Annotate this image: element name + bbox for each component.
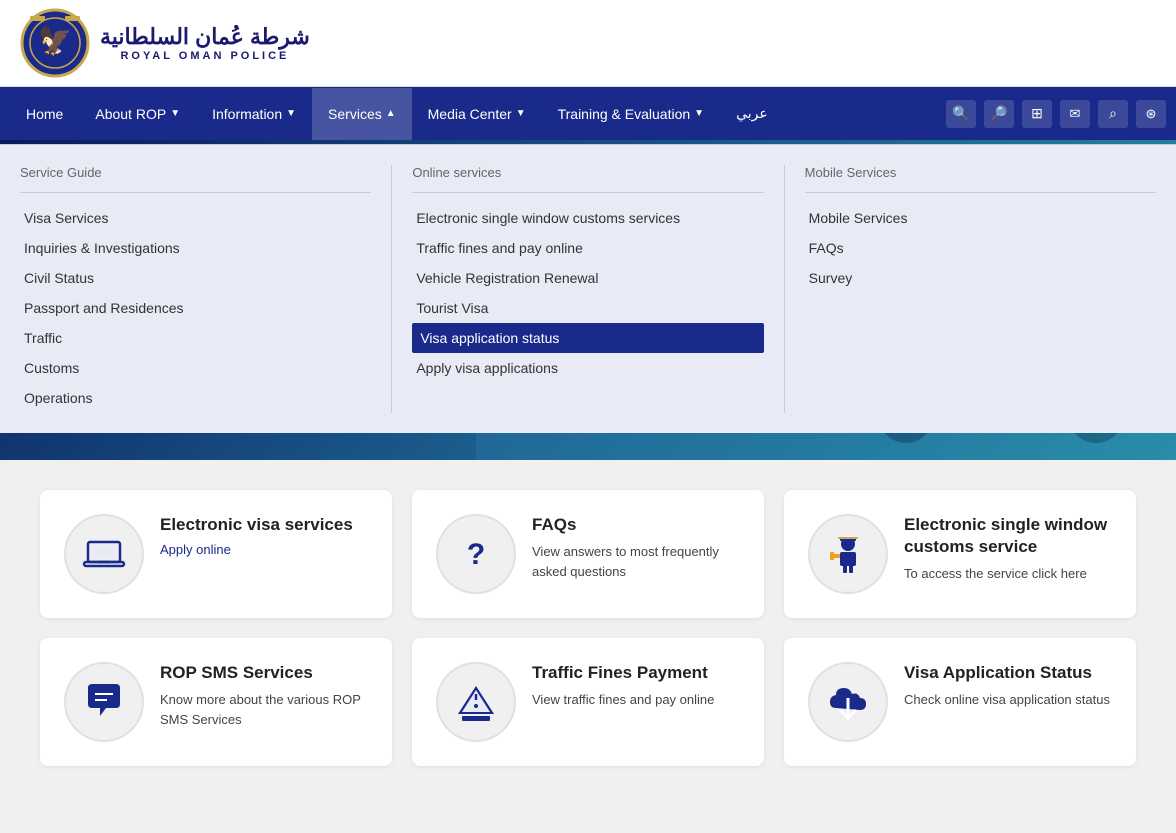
download-cloud-icon <box>826 680 870 724</box>
nav-arabic[interactable]: عربي <box>720 87 784 140</box>
faqs-title: FAQs <box>532 514 740 536</box>
dropdown-item-mobile-services[interactable]: Mobile Services <box>805 203 1156 233</box>
about-arrow-icon: ▼ <box>170 108 180 119</box>
dropdown-item-visa-status[interactable]: Visa application status <box>412 323 763 353</box>
dropdown-col-online-services: Online services Electronic single window… <box>392 165 784 413</box>
dropdown-item-esw-customs[interactable]: Electronic single window customs service… <box>412 203 763 233</box>
dropdown-item-survey[interactable]: Survey <box>805 263 1156 293</box>
dropdown-col1-header: Service Guide <box>20 165 371 193</box>
visa-status-title: Visa Application Status <box>904 662 1112 684</box>
dropdown-col2-header: Online services <box>412 165 763 193</box>
dropdown-item-faqs[interactable]: FAQs <box>805 233 1156 263</box>
dropdown-item-operations[interactable]: Operations <box>20 383 371 413</box>
traffic-icon-circle <box>436 662 516 742</box>
svg-text:?: ? <box>467 538 485 571</box>
info-arrow-icon: ▼ <box>286 108 296 119</box>
logo-area[interactable]: 🦅 شرطة عُمان السلطانية ROYAL OMAN POLICE <box>20 8 310 78</box>
service-card-electronic-visa: Electronic visa services Apply online <box>40 490 392 618</box>
customs-icon-circle <box>808 514 888 594</box>
traffic-info: Traffic Fines Payment View traffic fines… <box>532 662 740 710</box>
faqs-desc: View answers to most frequently asked qu… <box>532 542 740 581</box>
customs-info: Electronic single window customs service… <box>904 514 1112 584</box>
chat-bubble-icon <box>82 680 126 724</box>
services-grid: Electronic visa services Apply online ? … <box>40 490 1136 766</box>
services-arrow-icon: ▲ <box>386 108 396 119</box>
svg-text:🦅: 🦅 <box>38 23 73 57</box>
logo-text: شرطة عُمان السلطانية ROYAL OMAN POLICE <box>100 24 310 62</box>
media-arrow-icon: ▼ <box>516 108 526 119</box>
dropdown-item-tourist-visa[interactable]: Tourist Visa <box>412 293 763 323</box>
nav-media-center[interactable]: Media Center ▼ <box>412 88 542 140</box>
electronic-visa-icon-circle <box>64 514 144 594</box>
road-icon <box>454 680 498 724</box>
zoom-out-icon[interactable]: 🔎 <box>984 100 1014 128</box>
traffic-title: Traffic Fines Payment <box>532 662 740 684</box>
dropdown-item-vehicle-reg[interactable]: Vehicle Registration Renewal <box>412 263 763 293</box>
customs-desc: To access the service click here <box>904 564 1112 584</box>
dropdown-item-civil-status[interactable]: Civil Status <box>20 263 371 293</box>
services-dropdown: Service Guide Visa Services Inquiries & … <box>0 144 1176 433</box>
dropdown-col-mobile-services: Mobile Services Mobile Services FAQs Sur… <box>785 165 1176 413</box>
training-arrow-icon: ▼ <box>694 108 704 119</box>
sms-icon-circle <box>64 662 144 742</box>
mail-icon[interactable]: ✉ <box>1060 100 1090 128</box>
service-card-sms: ROP SMS Services Know more about the var… <box>40 638 392 766</box>
electronic-visa-title: Electronic visa services <box>160 514 368 536</box>
dropdown-item-inquiries[interactable]: Inquiries & Investigations <box>20 233 371 263</box>
laptop-icon <box>82 532 126 576</box>
zoom-in-icon[interactable]: 🔍 <box>946 100 976 128</box>
dropdown-item-traffic-fines[interactable]: Traffic fines and pay online <box>412 233 763 263</box>
question-mark-icon: ? <box>454 532 498 576</box>
traffic-desc: View traffic fines and pay online <box>532 690 740 710</box>
nav-items: Home About ROP ▼ Information ▼ Services … <box>10 87 946 140</box>
visa-status-desc: Check online visa application status <box>904 690 1112 710</box>
site-header: 🦅 شرطة عُمان السلطانية ROYAL OMAN POLICE <box>0 0 1176 87</box>
sms-title: ROP SMS Services <box>160 662 368 684</box>
nav-icon-group: 🔍 🔎 ⊞ ✉ ⌕ ⊛ <box>946 100 1166 128</box>
dropdown-col3-header: Mobile Services <box>805 165 1156 193</box>
sms-info: ROP SMS Services Know more about the var… <box>160 662 368 729</box>
nav-services[interactable]: Services ▲ <box>312 88 412 140</box>
logo-english-text: ROYAL OMAN POLICE <box>120 50 289 62</box>
dropdown-item-apply-visa[interactable]: Apply visa applications <box>412 353 763 383</box>
sms-desc: Know more about the various ROP SMS Serv… <box>160 690 368 729</box>
search-icon[interactable]: ⌕ <box>1098 100 1128 128</box>
dropdown-item-customs[interactable]: Customs <box>20 353 371 383</box>
dropdown-item-visa-services[interactable]: Visa Services <box>20 203 371 233</box>
nav-information[interactable]: Information ▼ <box>196 88 312 140</box>
nav-home[interactable]: Home <box>10 88 79 140</box>
services-section: Electronic visa services Apply online ? … <box>0 460 1176 796</box>
service-card-customs: Electronic single window customs service… <box>784 490 1136 618</box>
main-navbar: Home About ROP ▼ Information ▼ Services … <box>0 87 1176 140</box>
rss-icon[interactable]: ⊛ <box>1136 100 1166 128</box>
sitemap-icon[interactable]: ⊞ <box>1022 100 1052 128</box>
customs-title: Electronic single window customs service <box>904 514 1112 558</box>
dropdown-item-passport[interactable]: Passport and Residences <box>20 293 371 323</box>
dropdown-item-traffic[interactable]: Traffic <box>20 323 371 353</box>
visa-status-icon-circle <box>808 662 888 742</box>
service-card-faqs: ? FAQs View answers to most frequently a… <box>412 490 764 618</box>
faqs-info: FAQs View answers to most frequently ask… <box>532 514 740 581</box>
nav-training-evaluation[interactable]: Training & Evaluation ▼ <box>542 88 720 140</box>
customs-officer-icon <box>826 532 870 576</box>
electronic-visa-info: Electronic visa services Apply online <box>160 514 368 557</box>
visa-status-info: Visa Application Status Check online vis… <box>904 662 1112 710</box>
dropdown-col-service-guide: Service Guide Visa Services Inquiries & … <box>0 165 392 413</box>
police-badge-icon: 🦅 <box>20 8 90 78</box>
faqs-icon-circle: ? <box>436 514 516 594</box>
service-card-visa-status: Visa Application Status Check online vis… <box>784 638 1136 766</box>
logo-arabic-text: شرطة عُمان السلطانية <box>100 24 310 50</box>
electronic-visa-link[interactable]: Apply online <box>160 542 368 557</box>
service-card-traffic: Traffic Fines Payment View traffic fines… <box>412 638 764 766</box>
nav-about-rop[interactable]: About ROP ▼ <box>79 88 196 140</box>
